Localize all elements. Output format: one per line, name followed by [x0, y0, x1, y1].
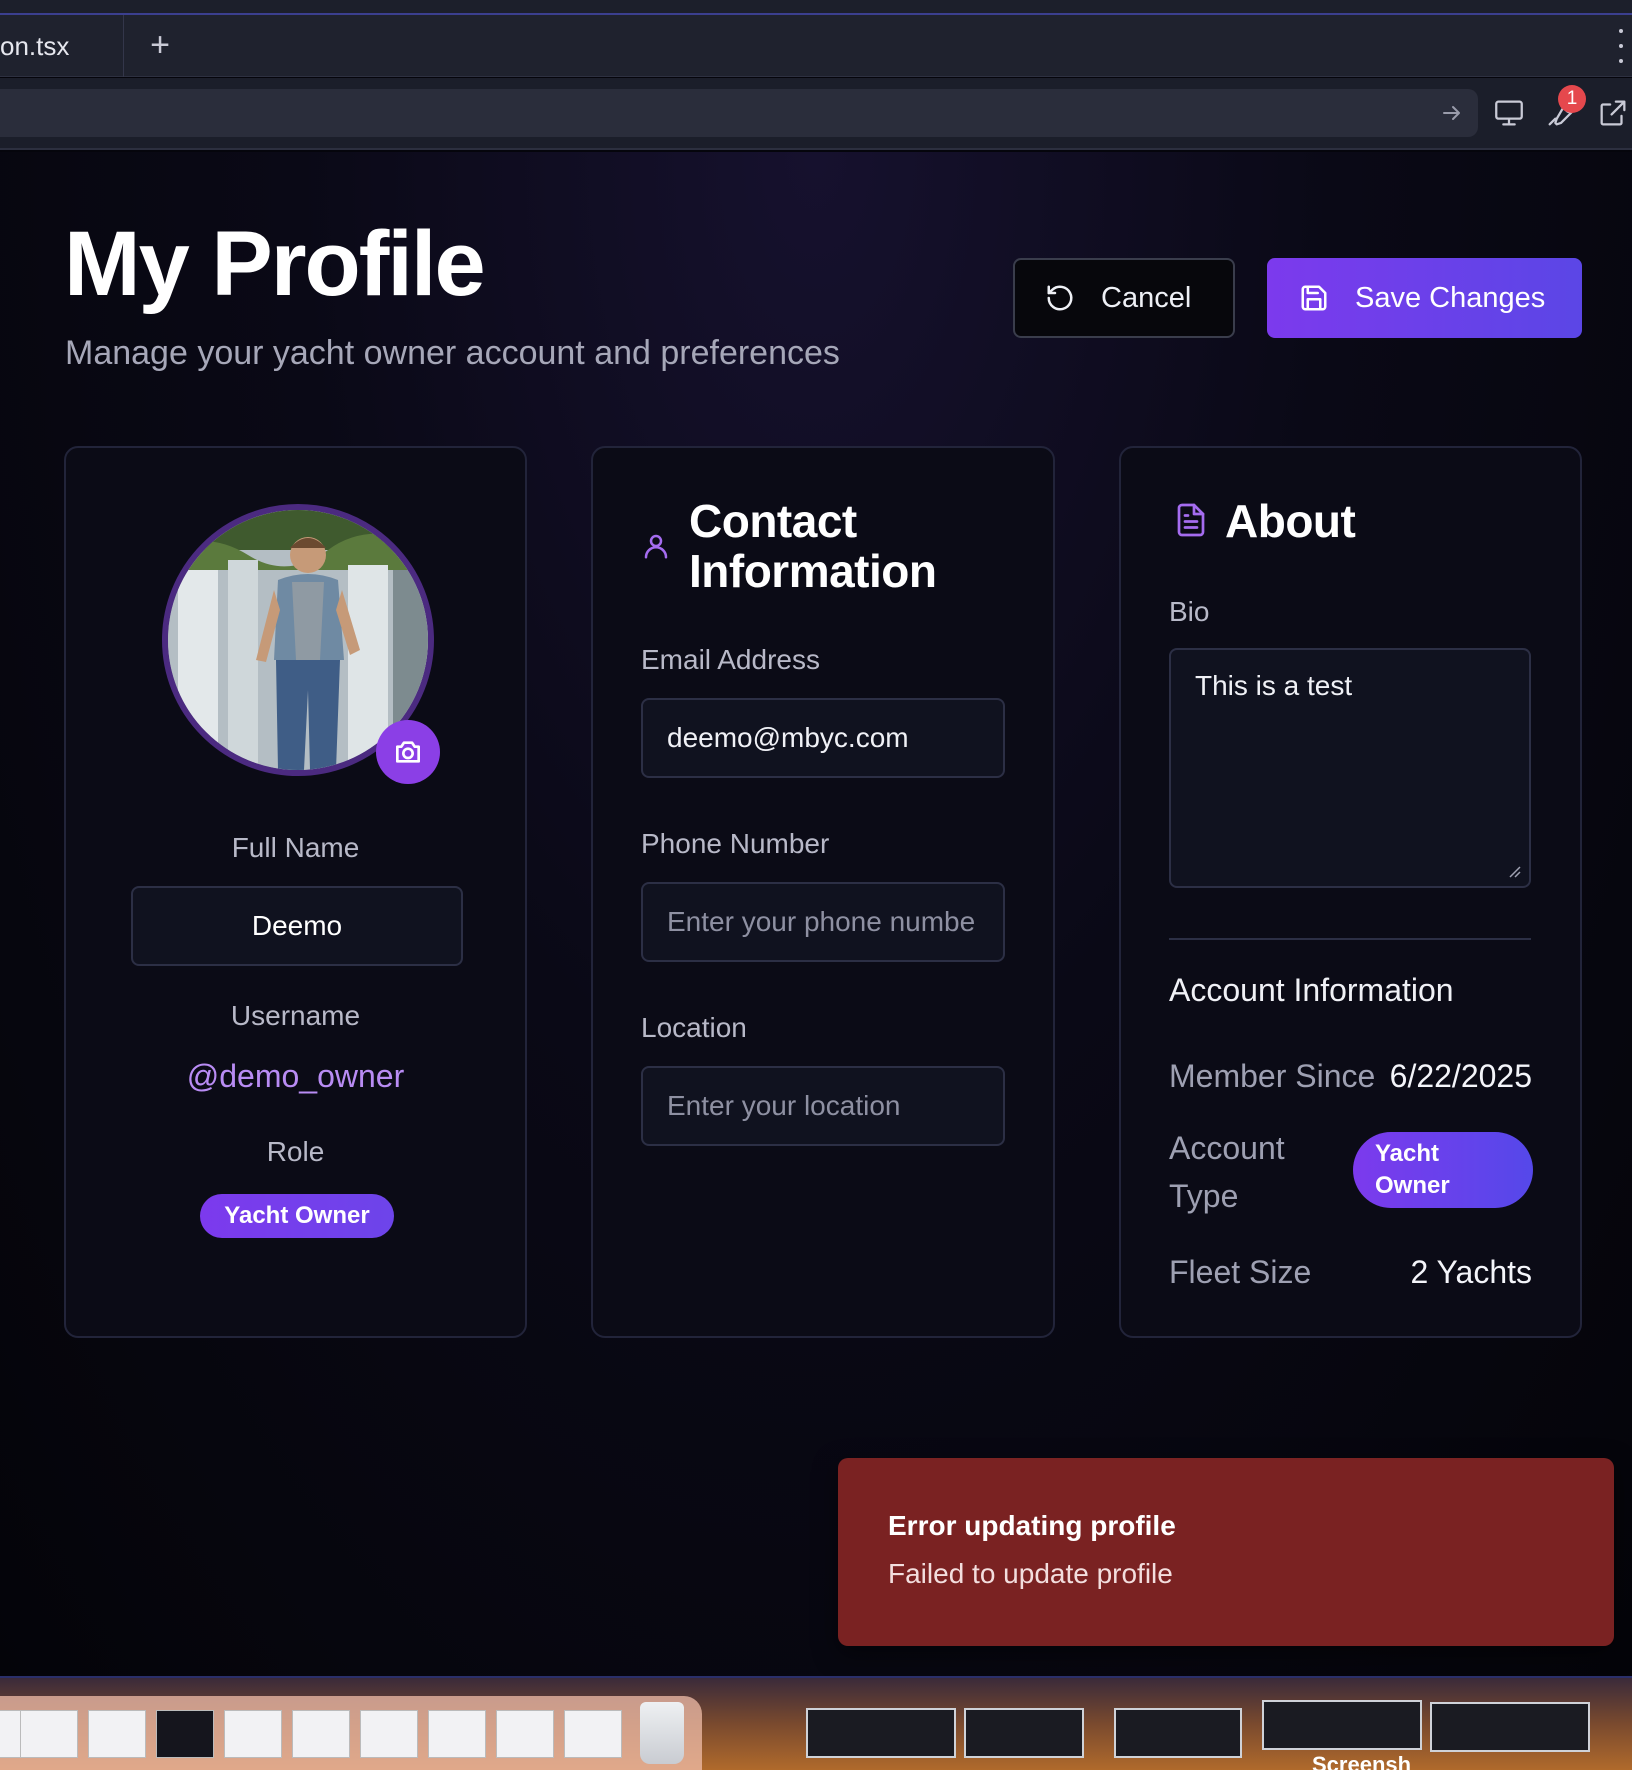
error-toast[interactable]: Error updating profile Failed to update … — [838, 1458, 1614, 1646]
desktop-window-thumbnail[interactable] — [1262, 1700, 1422, 1750]
about-card: About Bio This is a test Account Informa… — [1119, 446, 1582, 1338]
desktop-background: Screensh — [0, 1676, 1632, 1770]
save-label: Save Changes — [1355, 281, 1546, 314]
about-card-title: About — [1225, 495, 1356, 547]
contact-title-line-1: Contact — [689, 495, 857, 547]
dock-window-thumbnail[interactable] — [88, 1710, 146, 1758]
account-type-badge: Yacht Owner — [1353, 1132, 1533, 1208]
dock-window-thumbnail[interactable] — [292, 1710, 350, 1758]
browser-tab[interactable]: on.tsx — [0, 15, 124, 77]
profile-page: My Profile Manage your yacht owner accou… — [0, 152, 1632, 1676]
dock-window-thumbnail[interactable] — [428, 1710, 486, 1758]
camera-icon — [396, 741, 420, 763]
cancel-button[interactable]: Cancel — [1013, 258, 1235, 338]
role-badge: Yacht Owner — [200, 1194, 394, 1238]
desktop-window-thumbnail[interactable] — [1430, 1702, 1590, 1752]
profile-card: Full Name Deemo Username @demo_owner Rol… — [64, 446, 527, 1338]
account-info-title: Account Information — [1169, 972, 1454, 1008]
role-label: Role — [266, 1136, 325, 1167]
location-label: Location — [641, 1012, 747, 1043]
resize-handle-icon[interactable] — [1507, 864, 1521, 878]
account-type-label-line-2: Type — [1169, 1178, 1239, 1214]
change-photo-button[interactable] — [376, 720, 440, 784]
dock-window-thumbnail[interactable] — [156, 1710, 214, 1758]
contact-title-line-2: Information — [689, 545, 937, 597]
member-since-label: Member Since — [1169, 1058, 1376, 1094]
desktop-window-thumbnail[interactable] — [806, 1708, 956, 1758]
undo-icon — [1047, 285, 1073, 311]
full-name-input[interactable]: Deemo — [131, 886, 463, 966]
bio-textarea[interactable]: This is a test — [1169, 648, 1531, 888]
save-changes-button[interactable]: Save Changes — [1267, 258, 1582, 338]
section-divider — [1169, 938, 1531, 940]
username-value: @demo_owner — [186, 1058, 405, 1094]
document-icon — [1177, 503, 1205, 537]
toast-description: Failed to update profile — [888, 1558, 1173, 1589]
tab-bar: on.tsx + — [0, 15, 1632, 77]
location-field[interactable]: Enter your location — [641, 1066, 1005, 1146]
page-title: My Profile — [64, 213, 486, 315]
toast-title: Error updating profile — [888, 1510, 1176, 1541]
window-top-edge — [0, 0, 1632, 15]
username-label: Username — [230, 1000, 361, 1031]
fleet-size-value: 2 Yachts — [1410, 1254, 1532, 1290]
page-subtitle: Manage your yacht owner account and pref… — [65, 334, 840, 372]
new-tab-button[interactable]: + — [140, 25, 180, 65]
desktop-window-thumbnail[interactable] — [1114, 1708, 1242, 1758]
desktop-file-label[interactable]: Screensh — [1312, 1752, 1411, 1770]
member-since-value: 6/22/2025 — [1389, 1058, 1532, 1094]
tab-label: on.tsx — [0, 30, 70, 61]
full-name-label: Full Name — [231, 832, 360, 863]
desktop-windows — [702, 1696, 1632, 1770]
phone-label: Phone Number — [641, 828, 830, 859]
desktop-window-thumbnail[interactable] — [964, 1708, 1084, 1758]
dock-window-thumbnail[interactable] — [224, 1710, 282, 1758]
account-type-label: Account Type — [1169, 1124, 1285, 1220]
dock-window-thumbnail[interactable] — [360, 1710, 418, 1758]
dock-window-thumbnail[interactable] — [564, 1710, 622, 1758]
account-type-line-1: Yacht — [1375, 1140, 1440, 1167]
fleet-size-label: Fleet Size — [1169, 1254, 1312, 1290]
go-arrow-icon[interactable] — [1440, 101, 1464, 125]
contact-card: Contact Information Email Address deemo@… — [591, 446, 1055, 1338]
user-icon — [644, 534, 668, 559]
phone-field[interactable]: Enter your phone numbe — [641, 882, 1005, 962]
account-type-label-line-1: Account — [1169, 1130, 1285, 1166]
bio-label: Bio — [1169, 596, 1210, 627]
cancel-label: Cancel — [1101, 281, 1192, 314]
address-bar-row — [0, 78, 1632, 150]
external-link-icon[interactable] — [1596, 96, 1630, 130]
email-label: Email Address — [641, 644, 820, 675]
dock-window-thumbnail[interactable] — [20, 1710, 78, 1758]
monitor-icon[interactable] — [1492, 96, 1526, 130]
url-field[interactable] — [0, 89, 1478, 137]
more-menu-icon[interactable] — [1610, 29, 1632, 63]
dock — [0, 1696, 702, 1770]
notification-badge: 1 — [1558, 85, 1586, 113]
save-icon — [1301, 285, 1327, 311]
trash-icon[interactable] — [640, 1702, 684, 1764]
dock-window-thumbnail[interactable] — [496, 1710, 554, 1758]
contact-card-title: Contact Information — [689, 495, 937, 597]
email-field[interactable]: deemo@mbyc.com — [641, 698, 1005, 778]
bio-text: This is a test — [1195, 670, 1353, 701]
account-type-line-2: Owner — [1375, 1172, 1450, 1199]
